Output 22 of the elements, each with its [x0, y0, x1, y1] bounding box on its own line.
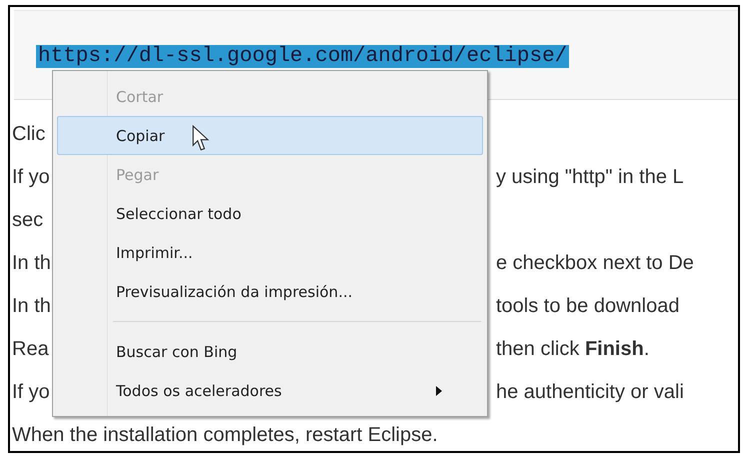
- paragraph-text: When the installation completes, restart Eclipse.: [12, 424, 438, 446]
- menu-item[interactable]: Buscar con Bing: [57, 332, 483, 371]
- paragraph-text: he authenticity or vali: [496, 381, 684, 403]
- paragraph-text: sec: [12, 209, 44, 231]
- menu-item[interactable]: Copiar: [57, 116, 483, 155]
- paragraph-text: Rea: [12, 338, 49, 360]
- paragraph-text: then click Finish.: [496, 338, 650, 360]
- menu-item[interactable]: Previsualización da impresión...: [57, 272, 483, 311]
- paragraph-text: If yo: [12, 166, 50, 188]
- paragraph-text: In th: [12, 252, 51, 274]
- paragraph-text: e checkbox next to De: [496, 252, 694, 274]
- menu-item[interactable]: Imprimir...: [57, 233, 483, 272]
- paragraph-text: If yo: [12, 381, 50, 403]
- mouse-pointer-icon: [192, 125, 210, 152]
- paragraph-text: In th: [12, 295, 51, 317]
- paragraph-text: Clic: [12, 123, 46, 145]
- menu-item[interactable]: Todos os aceleradores: [57, 371, 483, 410]
- submenu-arrow-icon: [436, 386, 442, 396]
- menu-item[interactable]: Seleccionar todo: [57, 194, 483, 233]
- paragraph-text: tools to be download: [496, 295, 680, 317]
- paragraph-text: y using "http" in the L: [496, 166, 684, 188]
- url-text: https://dl-ssl.google.com/android/eclipse/: [36, 45, 570, 68]
